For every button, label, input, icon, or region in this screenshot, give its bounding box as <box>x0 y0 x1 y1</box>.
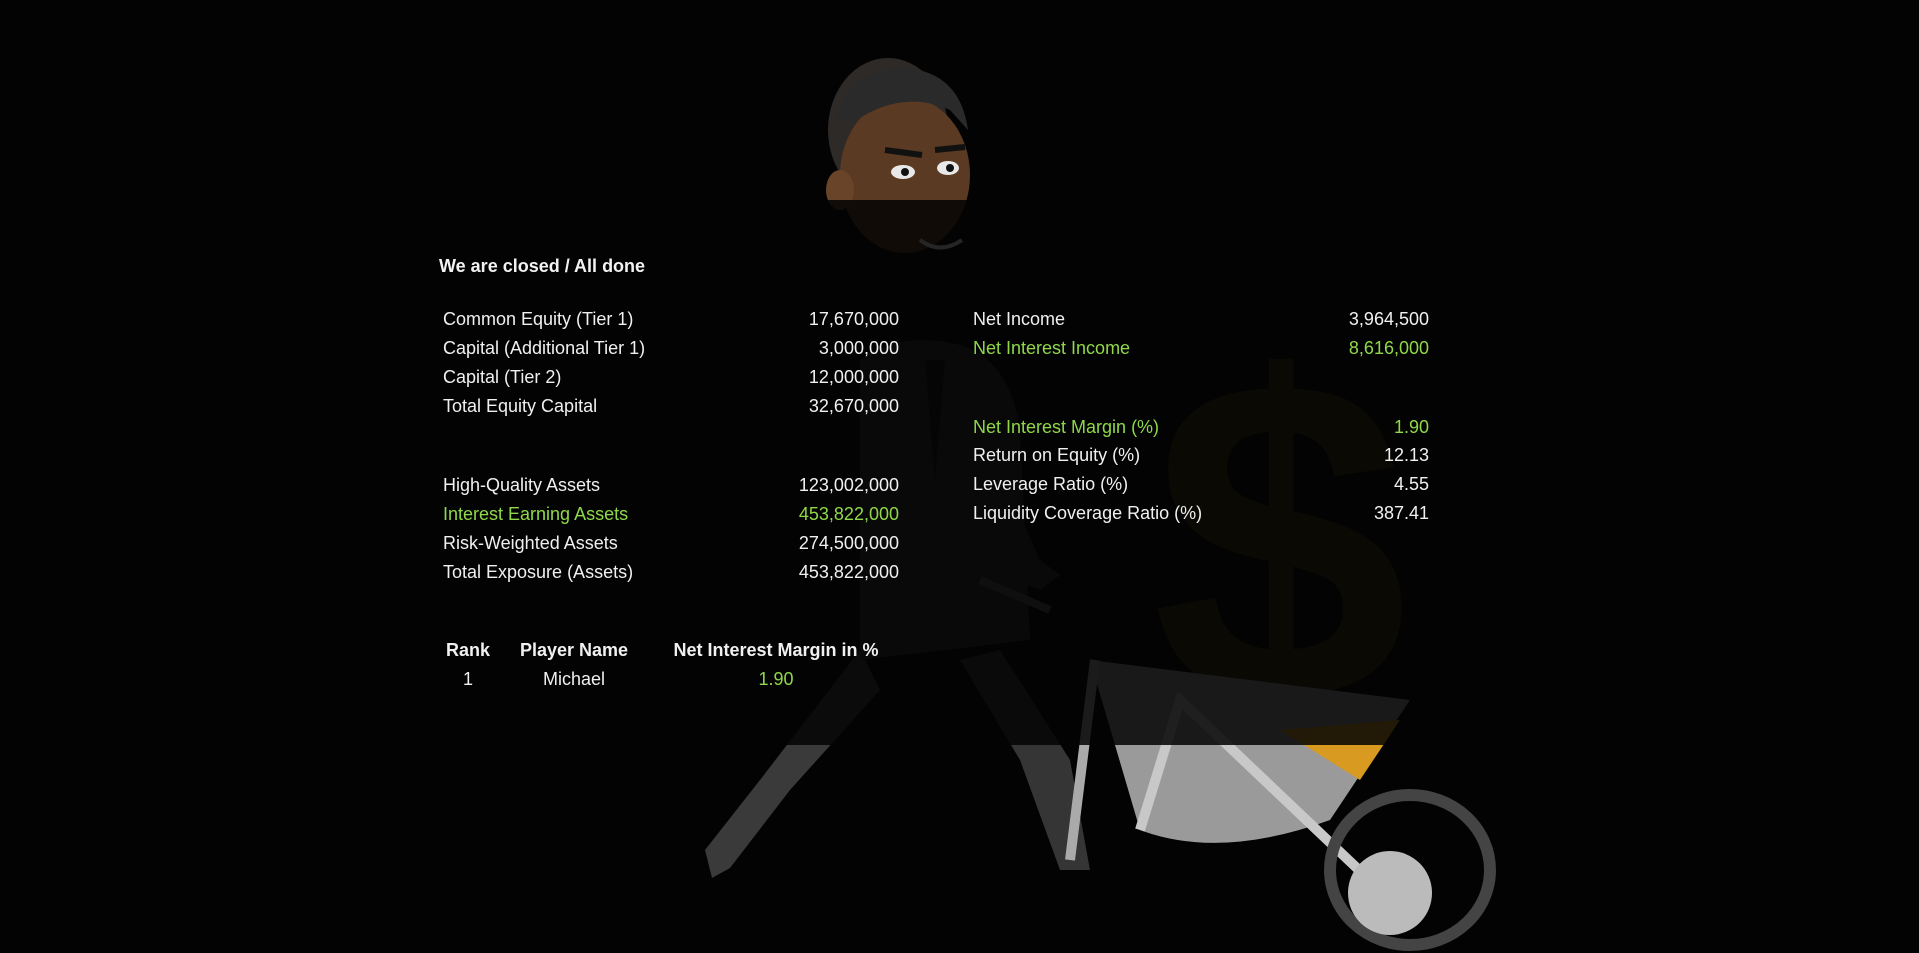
stat-label: Interest Earning Assets <box>443 504 629 524</box>
stat-value: 3,964,500 <box>1348 309 1429 329</box>
stat-label: Leverage Ratio (%) <box>973 474 1129 494</box>
column-header-player: Player Name <box>519 640 629 660</box>
stat-value: 453,822,000 <box>798 562 899 582</box>
player-cell: Michael <box>542 669 606 689</box>
stat-label: Risk-Weighted Assets <box>443 533 618 553</box>
metric-cell: 1.90 <box>758 669 794 689</box>
stat-label: Capital (Tier 2) <box>443 367 562 387</box>
stat-value: 12,000,000 <box>808 367 899 387</box>
stat-value: 387.41 <box>1373 503 1429 523</box>
results-panel: We are closed / All done Common Equity (… <box>0 0 1919 953</box>
stat-label: Return on Equity (%) <box>973 445 1141 465</box>
stat-value: 1.90 <box>1393 417 1429 437</box>
stat-label: Net Interest Income <box>973 338 1131 358</box>
stat-value: 4.55 <box>1393 474 1429 494</box>
stat-label: Total Equity Capital <box>443 396 598 416</box>
stat-label: Net Income <box>973 309 1066 329</box>
rank-cell: 1 <box>462 669 473 689</box>
stat-value: 3,000,000 <box>818 338 899 358</box>
stat-label: High-Quality Assets <box>443 475 601 495</box>
stat-label: Net Interest Margin (%) <box>973 417 1160 437</box>
column-header-metric: Net Interest Margin in % <box>673 640 879 660</box>
page-title: We are closed / All done <box>439 256 646 276</box>
stat-value: 8,616,000 <box>1348 338 1429 358</box>
stat-label: Capital (Additional Tier 1) <box>443 338 646 358</box>
stat-value: 123,002,000 <box>798 475 899 495</box>
stat-value: 453,822,000 <box>798 504 899 524</box>
stat-value: 17,670,000 <box>808 309 899 329</box>
stat-label: Common Equity (Tier 1) <box>443 309 634 329</box>
stat-label: Total Exposure (Assets) <box>443 562 634 582</box>
stat-value: 274,500,000 <box>798 533 899 553</box>
stat-value: 12.13 <box>1383 445 1429 465</box>
column-header-rank: Rank <box>445 640 490 660</box>
stat-value: 32,670,000 <box>808 396 899 416</box>
stat-label: Liquidity Coverage Ratio (%) <box>973 503 1203 523</box>
